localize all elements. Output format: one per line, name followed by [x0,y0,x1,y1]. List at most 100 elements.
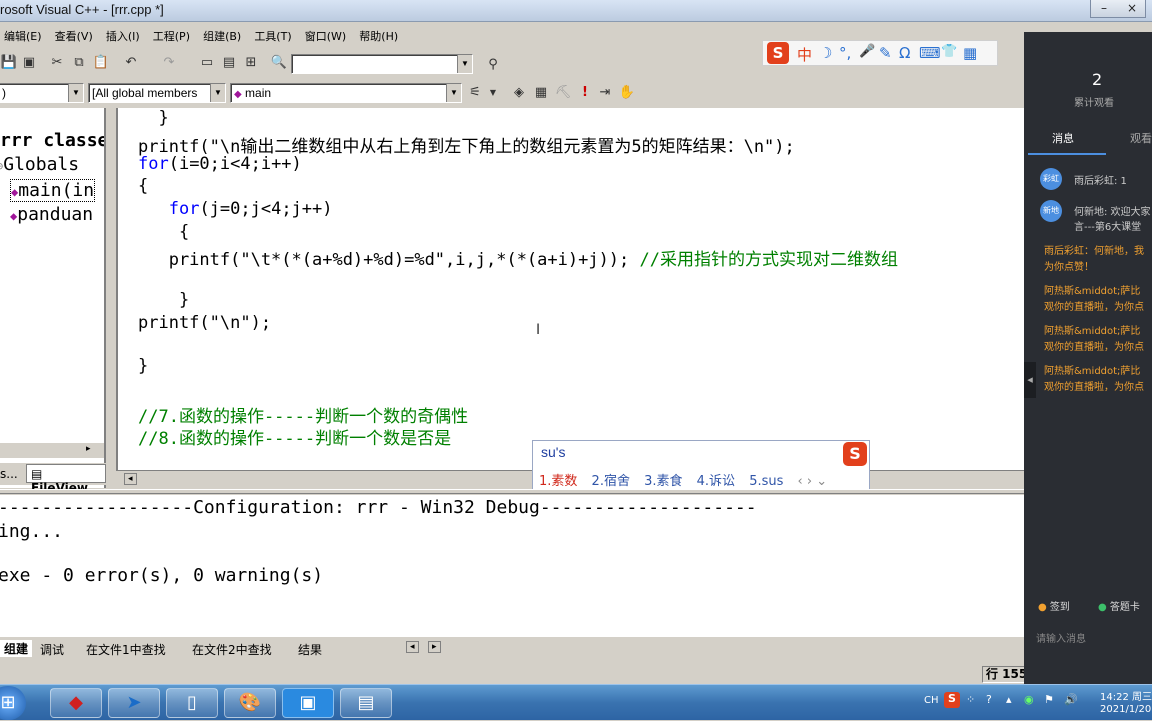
live-taskbar-icon[interactable]: ▣ [282,688,334,718]
windows-list-icon[interactable]: ⊞ [242,54,260,72]
tree-item-panduan[interactable]: ◆panduan [10,204,93,225]
menu-project[interactable]: 工程(P) [149,24,194,48]
paint-taskbar-icon[interactable]: 🎨 [224,688,276,718]
tab-fileview[interactable]: ▤ FileView [26,464,106,495]
sogou-tray-icon[interactable]: S [944,692,960,708]
chevron-down-icon[interactable]: ▼ [484,84,502,102]
vc6-taskbar-icon[interactable]: ◆ [50,688,102,718]
minimize-button[interactable]: – [1101,1,1107,15]
language-indicator[interactable]: CH [924,695,939,706]
collapse-panel-icon[interactable]: ◂ [1024,362,1036,398]
avatar: 彩虹 [1040,168,1062,190]
start-button[interactable]: ⊞ [0,686,26,720]
menu-build[interactable]: 组建(B) [199,24,245,48]
ime-candidate[interactable]: 4.诉讼 [697,474,735,489]
breakpoint-icon[interactable]: ✋ [618,84,636,102]
tab-debug[interactable]: 调试 [40,641,64,658]
execute-icon[interactable]: ! [576,84,594,102]
moon-icon[interactable]: ☽ [819,44,832,62]
function-combo[interactable]: ◆ main ▼ [230,83,462,103]
tab-results[interactable]: 结果 [298,641,322,658]
chevron-down-icon[interactable]: ▼ [446,84,461,102]
wizard-action-icon[interactable]: ⚟ [466,84,484,102]
menu-insert[interactable]: 插入(I) [102,24,144,48]
save-icon[interactable]: 💾 [0,54,18,72]
redo-icon[interactable]: ↷ [160,54,178,72]
output-tabs: 组建 调试 在文件1中查找 在文件2中查找 结果 ◂ ▸ [0,638,1024,660]
microphone-icon[interactable]: 🎤 [859,44,875,59]
viewer-count: 2 [1092,70,1103,89]
tab-classview[interactable]: s... [0,467,18,481]
chevron-down-icon[interactable]: ▼ [210,84,225,102]
menu-window[interactable]: 窗口(W) [301,24,350,48]
output-splitter[interactable] [0,489,1024,494]
window-taskbar-icon[interactable]: ▤ [340,688,392,718]
tab-messages[interactable]: 消息 [1052,130,1074,146]
menu-edit[interactable]: 编辑(E) [0,24,46,48]
punctuation-icon[interactable]: °, [839,44,851,62]
cut-icon[interactable]: ✂ [48,54,66,72]
answer-card-button[interactable]: ● 答题卡 [1098,598,1140,613]
network-tray-icon[interactable]: ◉ [1024,693,1034,706]
go-icon[interactable]: ⇥ [596,84,614,102]
skin-icon[interactable]: 👕 [941,44,957,59]
tab-build[interactable]: 组建 [0,640,33,657]
ime-tray-icon[interactable]: ⁘ [966,693,975,706]
notebook-taskbar-icon[interactable]: ▯ [166,688,218,718]
tree-item-main[interactable]: ◆main(in [10,179,96,202]
find-in-files-icon[interactable]: 🔍 [270,54,288,72]
paste-icon[interactable]: 📋 [92,54,110,72]
ime-page-nav[interactable]: ‹ › ⌄ [798,474,828,489]
stop-build-icon[interactable]: ⛏ [554,84,572,102]
scroll-right-icon[interactable]: ▸ [428,641,441,653]
sogou-logo-icon[interactable]: S [767,42,789,64]
scroll-right-icon[interactable]: ▸ [86,444,91,454]
omega-icon[interactable]: Ω [899,44,910,62]
ime-composition: su's [541,444,566,460]
chevron-down-icon[interactable]: ▼ [68,84,83,102]
undo-icon[interactable]: ↶ [122,54,140,72]
chevron-down-icon[interactable]: ▼ [457,55,472,73]
find-icon[interactable]: ⚲ [484,56,502,74]
clock-time[interactable]: 14:22 周三 [1100,688,1152,703]
menu-view[interactable]: 查看(V) [51,24,97,48]
code-editor[interactable]: } printf("\n输出二维数组中从右上角到左下角上的数组元素置为5的矩阵结… [116,108,1024,470]
ime-candidate[interactable]: 3.素食 [644,474,682,489]
tree-root[interactable]: rrr classe [0,130,104,151]
copy-icon[interactable]: ⧉ [70,54,88,72]
members-combo[interactable]: [All global members ▼ [88,83,226,103]
scroll-left-icon[interactable]: ◂ [406,641,419,653]
menu-help[interactable]: 帮助(H) [355,24,402,48]
menu-tools[interactable]: 工具(T) [250,24,295,48]
tab-find1[interactable]: 在文件1中查找 [86,641,166,658]
tree-globals[interactable]: ⊖Globals [0,154,79,175]
checkin-button[interactable]: ● 签到 [1038,598,1070,613]
compile-icon[interactable]: ◈ [510,84,528,102]
chat-input[interactable]: 请输入消息 [1036,630,1086,645]
volume-icon[interactable]: 🔊 [1064,693,1078,706]
output-window-icon[interactable]: ▤ [220,54,238,72]
workspace-icon[interactable]: ▭ [198,54,216,72]
flag-icon[interactable]: ⚑ [1044,693,1054,706]
save-all-icon[interactable]: ▣ [20,54,38,72]
find-combo[interactable]: ▼ [291,54,473,74]
help-icon[interactable]: ? [986,693,992,706]
ime-candidate[interactable]: 1.素数 [539,474,577,489]
tab-viewers[interactable]: 观看 [1130,130,1152,146]
build-icon[interactable]: ▦ [532,84,550,102]
toolbox-icon[interactable]: ▦ [963,44,977,62]
keyboard-icon[interactable]: ⌨ [919,44,941,62]
tab-find2[interactable]: 在文件2中查找 [192,641,272,658]
ime-candidate[interactable]: 5.sus [749,474,783,489]
expand-tray-icon[interactable]: ▴ [1006,693,1012,706]
app-taskbar-icon[interactable]: ➤ [108,688,160,718]
clock-date[interactable]: 2021/1/20 [1100,704,1151,715]
close-button[interactable]: × [1127,1,1137,15]
class-view-scrollbar[interactable]: ▸ [0,442,104,458]
gift-message: 阿热斯&middot;萨比 [1044,326,1141,337]
chinese-mode-icon[interactable]: 中 [797,44,812,65]
ime-candidate[interactable]: 2.宿舍 [592,474,630,489]
scroll-left-icon[interactable]: ◂ [124,473,137,485]
class-combo[interactable]: ) ▼ [0,83,84,103]
pen-icon[interactable]: ✎ [879,44,892,62]
